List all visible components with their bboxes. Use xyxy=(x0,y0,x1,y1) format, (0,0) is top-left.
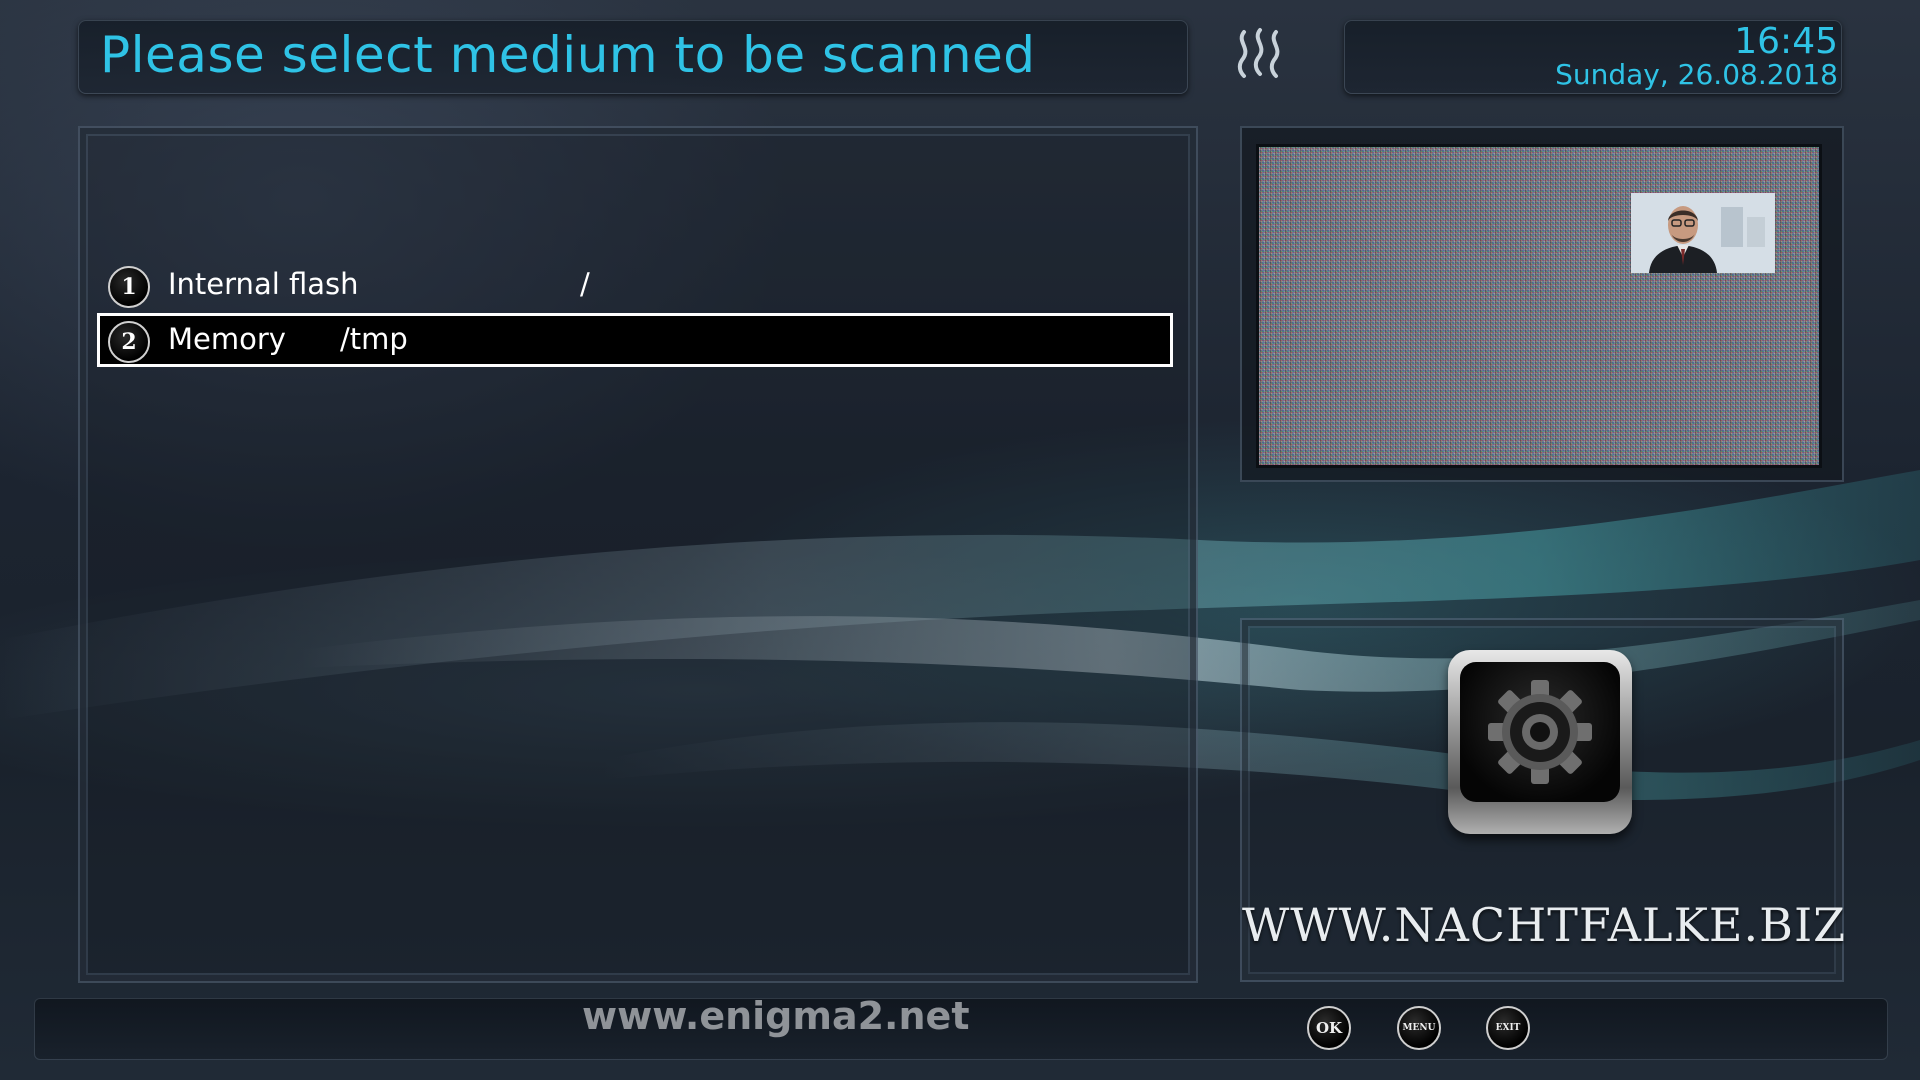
pip-video-thumbnail xyxy=(1631,193,1775,273)
watermark-text: www.enigma2.net xyxy=(582,994,970,1038)
number-badge: 1 xyxy=(108,266,150,308)
list-item-path: / xyxy=(580,267,590,301)
ok-button[interactable]: OK xyxy=(1307,1006,1351,1050)
clock-date: Sunday, 26.08.2018 xyxy=(1555,58,1838,91)
number-badge: 2 xyxy=(108,321,150,363)
settings-tile-face xyxy=(1460,662,1620,802)
media-list-panel: 1 Internal flash / 2 Memory /tmp xyxy=(78,126,1198,983)
list-item-internal-flash[interactable]: 1 Internal flash / xyxy=(100,261,1170,309)
tv-preview-static xyxy=(1256,144,1822,468)
bottom-bar: www.enigma2.net OK MENU EXIT xyxy=(34,994,1888,1060)
logo-panel: WWW.NACHTFALKE.BIZ xyxy=(1240,618,1847,982)
person-thumbnail-icon xyxy=(1631,193,1775,273)
page-title: Please select medium to be scanned xyxy=(100,26,1036,84)
gear-icon xyxy=(1488,680,1592,784)
title-bar: Please select medium to be scanned xyxy=(78,20,1188,94)
list-item-memory-selected[interactable]: 2 Memory /tmp xyxy=(97,313,1173,367)
list-item-path: /tmp xyxy=(340,322,408,356)
clock-bar: 16:45 Sunday, 26.08.2018 xyxy=(1344,20,1842,94)
clock-time: 16:45 xyxy=(1734,21,1838,62)
screen: Please select medium to be scanned 16:45… xyxy=(0,0,1920,1080)
tv-preview-frame xyxy=(1240,126,1844,482)
list-item-name: Internal flash xyxy=(168,267,359,301)
list-item-name: Memory xyxy=(168,322,286,356)
settings-tile xyxy=(1448,650,1632,834)
website-logo-text: WWW.NACHTFALKE.BIZ xyxy=(1242,898,1847,952)
menu-button[interactable]: MENU xyxy=(1397,1006,1441,1050)
wave-logo-icon xyxy=(1237,28,1280,78)
exit-button[interactable]: EXIT xyxy=(1486,1006,1530,1050)
